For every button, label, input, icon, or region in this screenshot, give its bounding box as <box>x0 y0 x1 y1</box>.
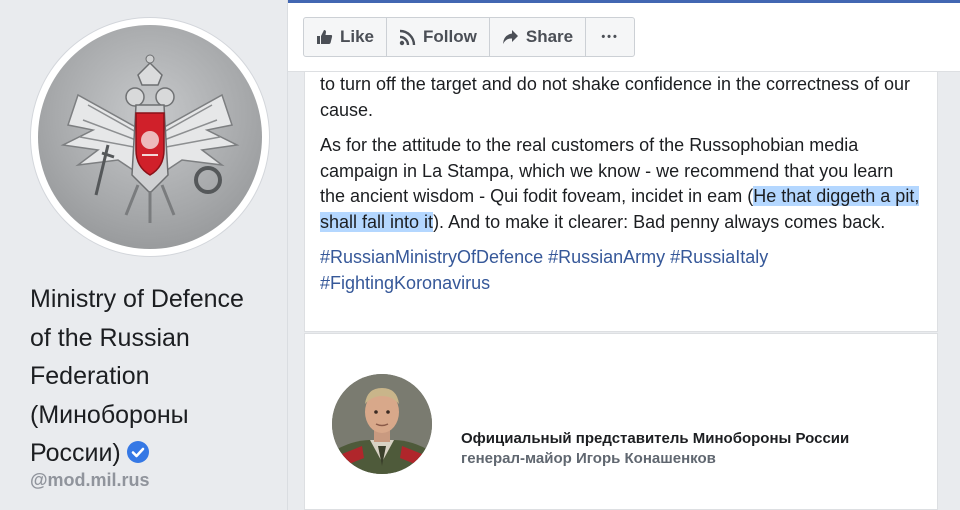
post-body: to turn off the target and do not shake … <box>320 72 920 306</box>
share-label: Share <box>525 27 574 46</box>
follow-button[interactable]: Follow <box>387 18 490 56</box>
post-paragraph: to turn off the target and do not shake … <box>320 74 911 120</box>
hashtag-link[interactable]: #RussianMinistryOfDefence <box>320 247 543 267</box>
page-title[interactable]: Ministry of Defence of the Russian Feder… <box>30 280 275 473</box>
verified-check-icon <box>126 441 149 463</box>
post-attachment[interactable]: Официальный представитель Минобороны Рос… <box>304 333 938 510</box>
share-arrow-icon <box>502 30 518 44</box>
page-title-line: Federation <box>30 362 150 390</box>
attachment-subtitle: генерал-майор Игорь Конашенков <box>461 450 716 467</box>
more-dots-icon: ••• <box>601 31 619 43</box>
page-title-line: of the Russian <box>30 323 190 352</box>
hashtag-list: #RussianMinistryOfDefence #RussianArmy #… <box>320 245 920 296</box>
more-options-button[interactable]: ••• <box>586 18 634 56</box>
follow-label: Follow <box>423 27 477 46</box>
attachment-title: Официальный представитель Минобороны Рос… <box>461 430 850 447</box>
page-title-line: России) <box>30 434 275 473</box>
share-button[interactable]: Share <box>490 18 587 56</box>
profile-sidebar: Ministry of Defence of the Russian Feder… <box>0 0 288 510</box>
post-text-segment: ). And to make it clearer: Bad penny alw… <box>433 211 886 232</box>
thumbs-up-icon <box>317 30 333 44</box>
rss-feed-icon <box>399 29 416 45</box>
post-card: to turn off the target and do not shake … <box>304 72 938 332</box>
post-paragraph: As for the attitude to the real customer… <box>320 133 920 235</box>
double-headed-eagle-icon <box>38 25 262 249</box>
page-title-line: Ministry of Defence <box>30 285 244 313</box>
page-title-line: (Минобороны <box>30 400 189 429</box>
hashtag-link[interactable]: #RussianArmy <box>548 247 665 267</box>
like-button[interactable]: Like <box>304 18 388 56</box>
hashtag-link[interactable]: #FightingKoronavirus <box>320 273 490 293</box>
action-button-group: Like Follow Share ••• <box>303 17 636 57</box>
spokesperson-photo <box>332 374 432 474</box>
profile-avatar[interactable] <box>31 18 269 256</box>
like-label: Like <box>340 27 375 46</box>
page-action-bar: Like Follow Share ••• <box>288 0 960 72</box>
page-title-line-text: России) <box>30 439 121 467</box>
page-handle[interactable]: @mod.mil.rus <box>30 470 150 491</box>
hashtag-link[interactable]: #RussiaItaly <box>670 247 768 267</box>
